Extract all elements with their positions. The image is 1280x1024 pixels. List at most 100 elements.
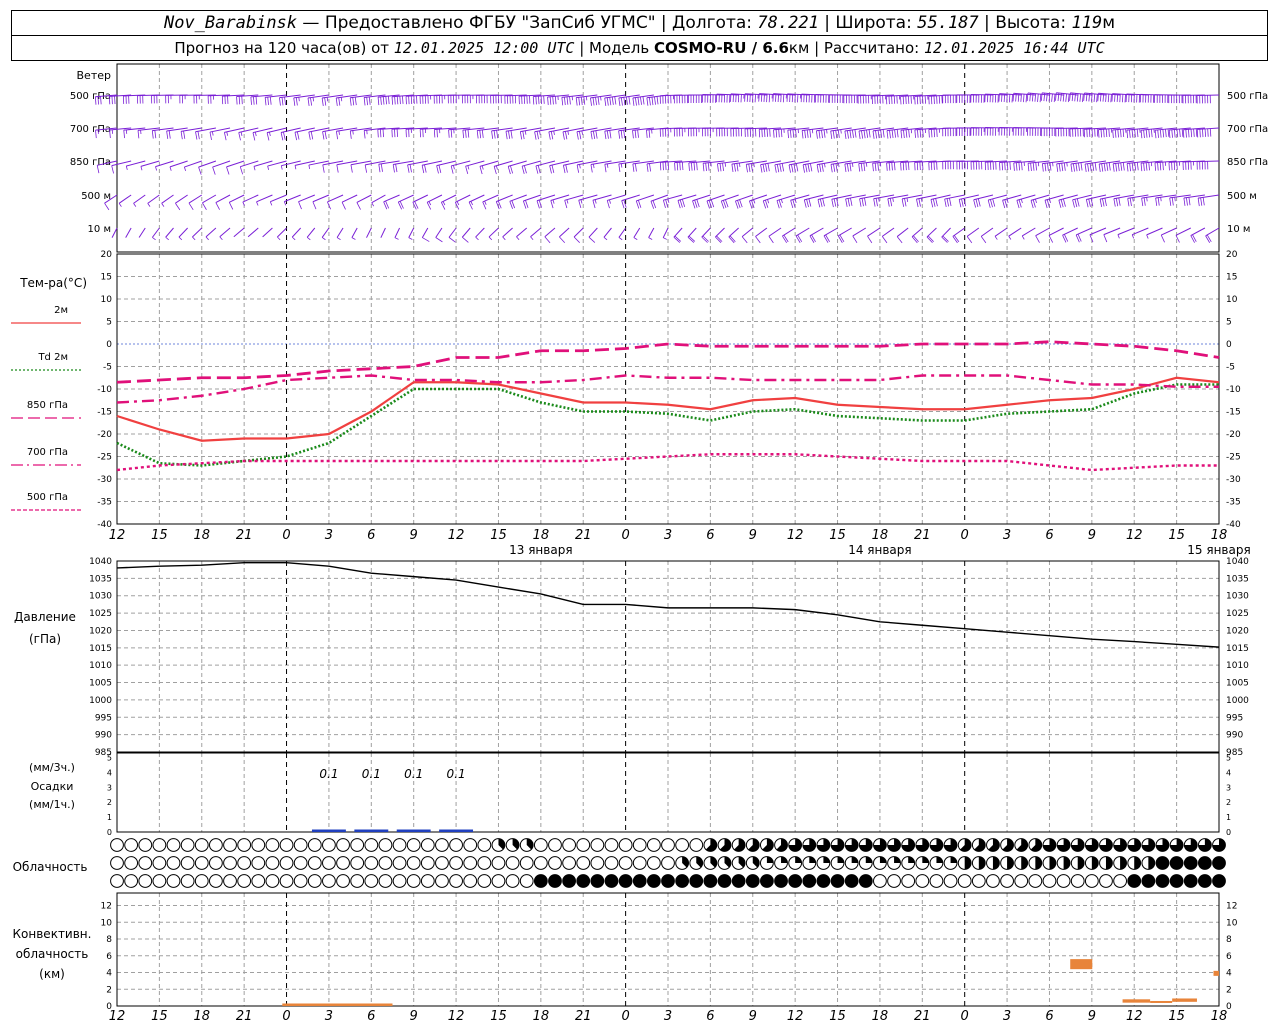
cloud-symbol (392, 838, 407, 852)
wind-barb-flag (620, 97, 623, 106)
wind-barb-flag (133, 203, 137, 207)
wind-barb-flag (852, 129, 854, 138)
cloud-symbol (180, 874, 195, 888)
cloud-symbol (788, 874, 803, 888)
wind-barb-flag (564, 131, 568, 140)
wind-barb (151, 227, 160, 238)
wind-barb-flag (253, 166, 256, 171)
cloud-symbol (759, 874, 774, 888)
wind-barb-flag (1108, 162, 1111, 171)
temp-legend-label: 2м (54, 305, 68, 316)
cloud-symbol (731, 874, 746, 888)
wind-barb (298, 194, 315, 203)
wind-barb-flag (618, 163, 621, 172)
wind-barb-flag (341, 202, 346, 210)
cloud-symbol (364, 838, 379, 852)
wind-barb-flag (240, 131, 243, 136)
wind-barb-flag (476, 130, 479, 139)
wind-barb-flag (763, 93, 765, 102)
wind-barb-flag (618, 130, 621, 139)
wind-barb-flag (1101, 163, 1104, 172)
cloud-symbol (745, 874, 760, 888)
wind-barb-flag (543, 95, 545, 104)
wind-barb-flag (621, 200, 625, 209)
wind-barb-flag (1039, 94, 1042, 103)
wind-barb-flag (1021, 235, 1025, 240)
precip-bar (396, 829, 431, 832)
wind-barb-flag (819, 198, 823, 207)
wind-barb-flag (893, 162, 896, 171)
wind-barb-flag (977, 198, 981, 207)
cloud-symbol (265, 838, 280, 852)
wind-barb-flag (1103, 163, 1106, 172)
wind-barb-flag (919, 129, 922, 138)
wind-barb-flag (823, 235, 829, 243)
wind-barb-flag (530, 236, 534, 241)
wind-barb-flag (779, 163, 782, 172)
wind-barb-flag (195, 131, 198, 140)
wind-barb-flag (125, 165, 128, 170)
wind-barb-flag (335, 131, 339, 140)
wind-barb (852, 227, 867, 237)
wind-barb-flag (223, 132, 227, 141)
wind-barb-flag (851, 162, 854, 167)
time-tick-label: 3 (1003, 528, 1011, 543)
wind-barb-flag (590, 164, 593, 173)
wind-barb-flag (623, 130, 626, 139)
wind-barb-flag (952, 236, 958, 244)
wind-barb-flag (788, 164, 791, 173)
wind-barb-flag (722, 200, 727, 209)
wind-barb-flag (651, 97, 654, 106)
wind-barb-flag (830, 164, 833, 173)
conv-ytick-right: 12 (1226, 902, 1237, 912)
cloud-symbol (463, 838, 478, 852)
wind-barb-flag (1058, 163, 1061, 172)
wind-barb-flag (1056, 163, 1059, 172)
cloud-symbol (887, 874, 901, 888)
wind-barb-flag (731, 164, 734, 173)
wind-barb (441, 194, 457, 203)
wind-barb-flag (575, 97, 578, 106)
wind-barb-flag (778, 129, 780, 138)
wind-barb-flag (1126, 130, 1129, 139)
wind-barb-flag (277, 236, 281, 241)
wind-barb-flag (1025, 94, 1028, 103)
cloud-symbol (548, 856, 562, 870)
wind-barb-flag (1062, 198, 1066, 207)
wind-barb-flag (606, 130, 609, 139)
wind-level-label-right: 700 гПа (1227, 124, 1268, 135)
time-tick-label: 15 (1168, 528, 1185, 543)
conv-ytick: 12 (101, 902, 112, 912)
wind-barb-flag (773, 129, 775, 138)
wind-barb-flag (765, 163, 768, 172)
wind-barb-flag (690, 162, 693, 171)
time-tick-label: 12 (1126, 1009, 1143, 1024)
cloud-symbol (208, 838, 223, 852)
temp-ytick-right: 10 (1226, 295, 1238, 305)
wind-barb-flag (904, 198, 907, 207)
wind-barb (692, 194, 711, 202)
cloudiness-panel: Облачность (13, 838, 1226, 888)
wind-barb-flag (810, 163, 813, 172)
wind-barb-flag (306, 236, 311, 241)
cloud-symbol (576, 874, 591, 888)
wind-barb-flag (462, 130, 465, 139)
wind-barb-flag (642, 96, 645, 105)
precip-ytick: 0 (107, 828, 112, 837)
wind-barb-flag (858, 163, 861, 172)
wind-barb (394, 227, 401, 238)
wind-barb-flag (1016, 200, 1020, 209)
conv-ytick: 8 (106, 935, 112, 945)
temp-ytick: -15 (97, 408, 112, 418)
wind-barb-flag (930, 199, 934, 208)
wind-barb-flag (1018, 162, 1021, 171)
wind-barb-flag (281, 97, 284, 106)
wind-barb-flag (1115, 198, 1119, 207)
cloud-symbol (915, 874, 930, 888)
wind-barb-flag (888, 162, 891, 171)
wind-barb-flag (809, 235, 815, 243)
wind-barb-flag (475, 236, 479, 241)
wind-barb (327, 194, 344, 203)
wind-barb (1190, 227, 1206, 237)
cloud-fill (950, 856, 957, 863)
